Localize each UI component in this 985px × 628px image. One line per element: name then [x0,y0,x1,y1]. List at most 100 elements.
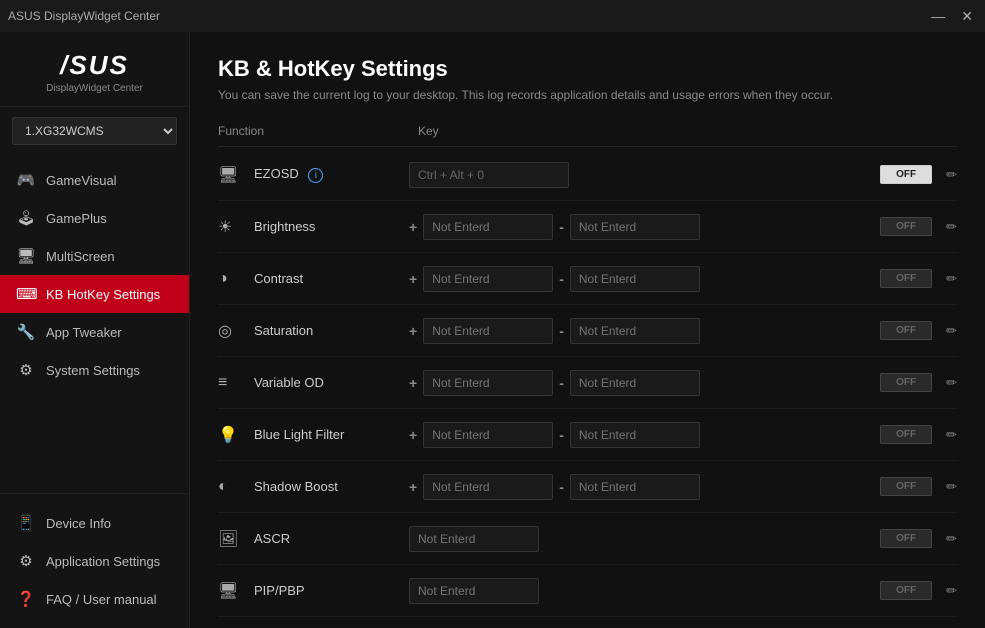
pip-pbp-controls: OFF ✏ [409,578,957,604]
minimize-button[interactable]: — [927,8,949,25]
sidebar: /SUS DisplayWidget Center 1.XG32WCMS 🎮 G… [0,32,190,628]
minus-sign: - [559,271,564,287]
gamevisual-icon: 🎮 [16,171,36,189]
app-body: /SUS DisplayWidget Center 1.XG32WCMS 🎮 G… [0,32,985,628]
pip-pbp-key-input[interactable] [409,578,539,604]
contrast-edit-icon[interactable]: ✏ [946,271,957,287]
saturation-edit-icon[interactable]: ✏ [946,323,957,339]
ezosd-label: EZOSD i [254,166,409,183]
minus-sign: - [559,323,564,339]
window-controls: — ✕ [927,8,977,25]
close-button[interactable]: ✕ [957,8,977,25]
plus-sign: + [409,479,417,495]
table-row: ☀ Brightness + - OFF ✏ [218,201,957,253]
faq-label: FAQ / User manual [46,592,157,607]
settings-table: Function Key 🖥 EZOSD i OFF ✏ ☀ [218,120,957,628]
shadow-boost-toggle[interactable]: OFF [880,477,932,496]
shadow-boost-label: Shadow Boost [254,479,409,494]
logo-area: /SUS DisplayWidget Center [0,32,189,107]
brightness-toggle[interactable]: OFF [880,217,932,236]
saturation-toggle[interactable]: OFF [880,321,932,340]
contrast-plus-input[interactable] [423,266,553,292]
variable-od-plus-input[interactable] [423,370,553,396]
col-key-header: Key [418,124,957,138]
sidebar-bottom: 📱 Device Info ⚙ Application Settings ❓ F… [0,493,189,628]
shadow-boost-minus-input[interactable] [570,474,700,500]
application-settings-label: Application Settings [46,554,160,569]
brightness-edit-icon[interactable]: ✏ [946,219,957,235]
plus-sign: + [409,427,417,443]
ezosd-controls: OFF ✏ [409,162,957,188]
sidebar-item-gamevisual[interactable]: 🎮 GameVisual [0,161,189,199]
variable-od-icon: ≡ [218,374,254,392]
asus-sub: DisplayWidget Center [16,83,173,94]
sidebar-nav: 🎮 GameVisual 🕹 GamePlus 🖥 MultiScreen ⌨ … [0,155,189,493]
plus-sign: + [409,375,417,391]
saturation-controls: + - OFF ✏ [409,318,957,344]
ezosd-key-input[interactable] [409,162,569,188]
contrast-controls: + - OFF ✏ [409,266,957,292]
pip-pbp-edit-icon[interactable]: ✏ [946,583,957,599]
page-subtitle: You can save the current log to your des… [218,88,957,102]
ezosd-icon: 🖥 [218,165,254,185]
shadow-boost-controls: + - OFF ✏ [409,474,957,500]
sidebar-item-app-tweaker[interactable]: 🔧 App Tweaker [0,313,189,351]
sidebar-item-faq[interactable]: ❓ FAQ / User manual [0,580,189,618]
shadow-boost-edit-icon[interactable]: ✏ [946,479,957,495]
sidebar-item-gameplus[interactable]: 🕹 GamePlus [0,199,189,237]
ascr-key-input[interactable] [409,526,539,552]
titlebar: ASUS DisplayWidget Center — ✕ [0,0,985,32]
ascr-toggle[interactable]: OFF [880,529,932,548]
blue-light-minus-input[interactable] [570,422,700,448]
sidebar-item-kb-hotkey[interactable]: ⌨ KB HotKey Settings [0,275,189,313]
pip-pbp-icon: 🖥 [218,581,254,601]
blue-light-controls: + - OFF ✏ [409,422,957,448]
device-selector[interactable]: 1.XG32WCMS [12,117,177,145]
sidebar-item-multiscreen[interactable]: 🖥 MultiScreen [0,237,189,275]
ezosd-edit-icon[interactable]: ✏ [946,167,957,183]
sidebar-item-device-info[interactable]: 📱 Device Info [0,504,189,542]
system-settings-icon: ⚙ [16,361,36,379]
variable-od-minus-input[interactable] [570,370,700,396]
faq-icon: ❓ [16,590,36,608]
ezosd-info-icon[interactable]: i [308,168,323,183]
table-row: ≡ Variable OD + - OFF ✏ [218,357,957,409]
ascr-edit-icon[interactable]: ✏ [946,531,957,547]
saturation-icon: ◎ [218,321,254,341]
contrast-minus-input[interactable] [570,266,700,292]
table-row: ◑ Contrast + - OFF ✏ [218,253,957,305]
variable-od-controls: + - OFF ✏ [409,370,957,396]
brightness-plus-input[interactable] [423,214,553,240]
variable-od-edit-icon[interactable]: ✏ [946,375,957,391]
shadow-boost-plus-input[interactable] [423,474,553,500]
asus-logo: /SUS [16,50,173,81]
blue-light-plus-input[interactable] [423,422,553,448]
saturation-plus-input[interactable] [423,318,553,344]
pip-pbp-label: PIP/PBP [254,583,409,598]
plus-sign: + [409,219,417,235]
multiscreen-label: MultiScreen [46,249,115,264]
blue-light-toggle[interactable]: OFF [880,425,932,444]
brightness-minus-input[interactable] [570,214,700,240]
multiscreen-icon: 🖥 [16,247,36,265]
blue-light-edit-icon[interactable]: ✏ [946,427,957,443]
sidebar-item-application-settings[interactable]: ⚙ Application Settings [0,542,189,580]
contrast-toggle[interactable]: OFF [880,269,932,288]
variable-od-label: Variable OD [254,375,409,390]
col-headers: Function Key [218,120,957,147]
app-tweaker-icon: 🔧 [16,323,36,341]
system-settings-label: System Settings [46,363,140,378]
minus-sign: - [559,479,564,495]
variable-od-toggle[interactable]: OFF [880,373,932,392]
ascr-label: ASCR [254,531,409,546]
device-info-icon: 📱 [16,514,36,532]
saturation-minus-input[interactable] [570,318,700,344]
sidebar-item-system-settings[interactable]: ⚙ System Settings [0,351,189,389]
pip-pbp-toggle[interactable]: OFF [880,581,932,600]
table-row: 🖼 ASCR OFF ✏ [218,513,957,565]
brightness-controls: + - OFF ✏ [409,214,957,240]
kb-hotkey-label: KB HotKey Settings [46,287,160,302]
ezosd-toggle[interactable]: OFF [880,165,932,184]
gameplus-icon: 🕹 [16,209,36,227]
page-title: KB & HotKey Settings [218,56,957,82]
